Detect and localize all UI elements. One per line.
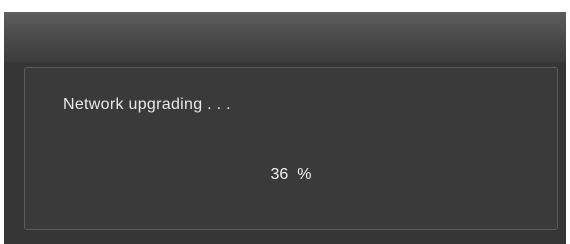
progress-percentage: 36 % (270, 166, 312, 183)
message-panel: Network upgrading . . . 36 % (24, 67, 558, 230)
status-message: Network upgrading . . . (63, 96, 231, 113)
dialog-title-bar[interactable] (4, 12, 566, 62)
dialog-body: Network upgrading . . . 36 % (4, 62, 566, 244)
upgrade-dialog: Network upgrading . . . 36 % (4, 12, 566, 244)
